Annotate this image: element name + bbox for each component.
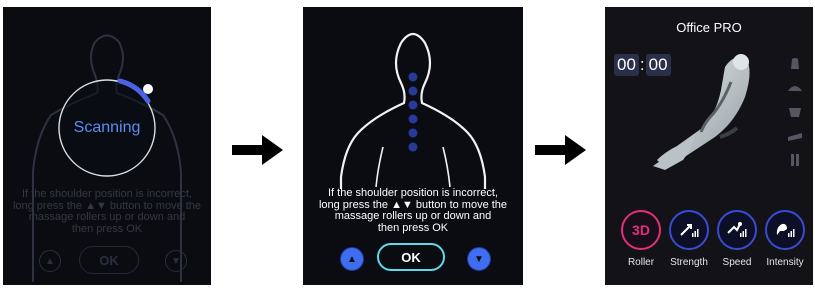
strength-icon: [680, 224, 699, 237]
up-arrow-icon: ▲: [45, 255, 55, 267]
back-zone-icon: [789, 108, 801, 117]
scan-progress-knob: [143, 84, 153, 94]
arrow-right-icon: [535, 135, 586, 165]
neck-zone-icon: [791, 58, 799, 69]
strength-mode-button[interactable]: [669, 210, 709, 250]
up-button[interactable]: ▲: [39, 250, 61, 272]
massage-chair-figure-icon: [653, 54, 750, 170]
arrow-right-icon: [232, 135, 283, 165]
ok-button[interactable]: OK: [79, 246, 139, 274]
3d-roller-icon: 3D: [632, 222, 650, 238]
down-arrow-icon: ▼: [474, 253, 484, 265]
leg-zone-icon: [791, 154, 799, 166]
down-button[interactable]: ▼: [467, 247, 491, 271]
down-button[interactable]: ▼: [165, 250, 187, 272]
shoulder-zone-icon: [788, 86, 802, 91]
intensity-mode-button[interactable]: [765, 210, 805, 250]
instruction-text: If the shoulder position is incorrect, l…: [12, 188, 202, 235]
down-arrow-icon: ▼: [171, 255, 181, 267]
up-button[interactable]: ▲: [340, 247, 364, 271]
instruction-text: If the shoulder position is incorrect, l…: [318, 187, 508, 234]
up-arrow-icon: ▲: [347, 253, 357, 265]
ok-button[interactable]: OK: [377, 243, 445, 271]
program-title: Office PRO: [676, 20, 742, 35]
intensity-label: Intensity: [766, 257, 804, 268]
scanning-label: Scanning: [73, 119, 141, 136]
scanning-screen: Scanning If the shoulder position is inc…: [3, 7, 211, 285]
adjust-screen: If the shoulder position is incorrect, l…: [303, 7, 523, 285]
speed-mode-button[interactable]: [717, 210, 757, 250]
seat-zone-icon: [788, 133, 802, 141]
scan-ring: [58, 78, 156, 177]
roller-mode-button[interactable]: 3D: [621, 210, 661, 250]
program-screen: Office PRO 00 : 00 3D Roller Strength Sp…: [605, 7, 813, 285]
intensity-icon: [776, 223, 795, 237]
speed-icon: [727, 222, 747, 237]
